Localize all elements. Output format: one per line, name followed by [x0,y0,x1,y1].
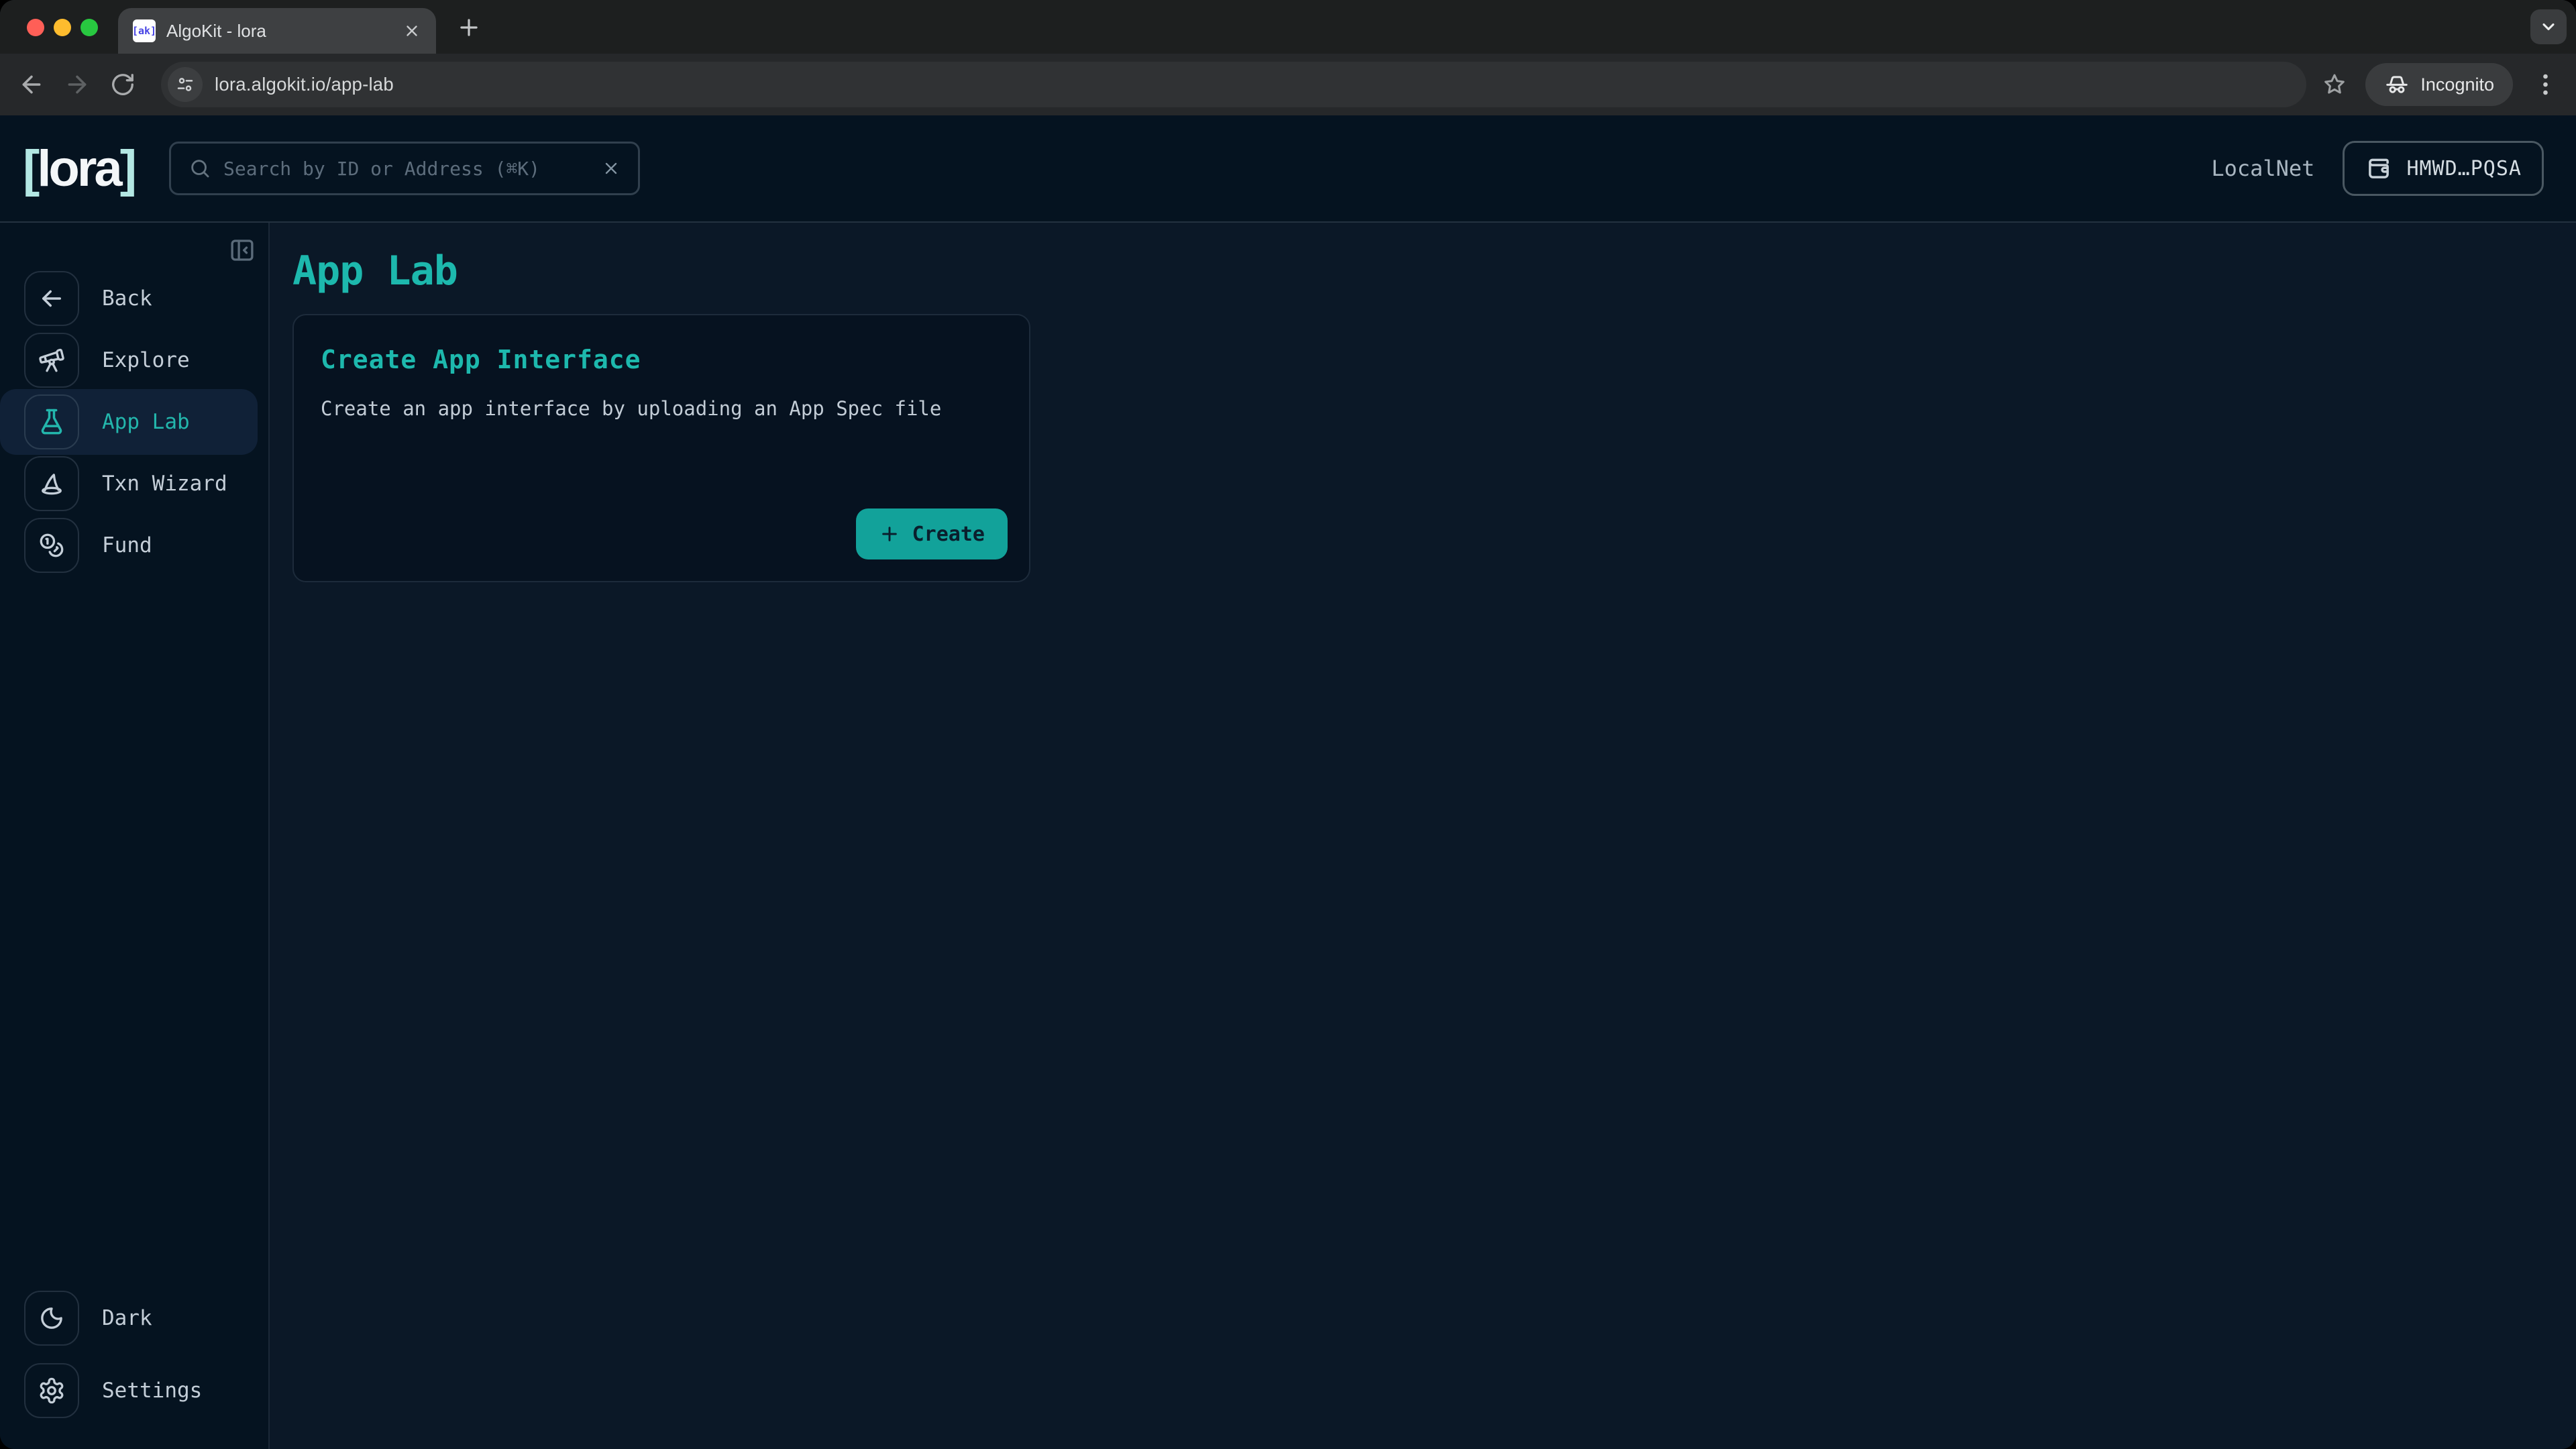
close-window-button[interactable] [27,19,44,36]
collapse-sidebar-icon [228,236,256,264]
main-content: App Lab Create App Interface Create an a… [270,223,2576,1449]
search-icon [189,157,211,180]
address-bar[interactable]: lora.algokit.io/app-lab [161,62,2306,107]
wallet-button[interactable]: HMWD…PQSA [2343,141,2544,196]
sidebar-footer: Dark Settings [0,1291,268,1418]
sidebar-item-label: Dark [102,1306,152,1330]
browser-window: [ak] AlgoKit - lora lora.algokit.io/a [0,0,2576,1449]
close-icon [602,159,621,178]
tab-title: AlgoKit - lora [166,21,389,42]
browser-toolbar: lora.algokit.io/app-lab Incognito [0,54,2576,115]
app-header: [lora] LocalNet HMWD…PQSA [0,115,2576,223]
wizard-hat-icon [24,456,79,511]
browser-tab[interactable]: [ak] AlgoKit - lora [118,8,436,54]
wallet-icon [2365,154,2393,182]
forward-icon [64,71,91,98]
sidebar-item-back[interactable]: Back [0,271,268,326]
sidebar-item-label: Txn Wizard [102,472,227,496]
minimize-window-button[interactable] [54,19,71,36]
sidebar-item-txn-wizard[interactable]: Txn Wizard [0,456,268,511]
new-tab-button[interactable] [456,15,482,40]
clear-search-button[interactable] [602,159,621,178]
app-body: Back Explore App Lab [0,223,2576,1449]
tab-close-icon[interactable] [400,19,424,43]
telescope-icon [24,333,79,388]
browser-menu-button[interactable] [2530,66,2560,103]
card-title: Create App Interface [321,345,1002,374]
site-settings-icon [175,74,195,95]
star-icon [2321,71,2348,98]
sidebar-item-settings[interactable]: Settings [0,1363,268,1418]
sidebar-nav: Back Explore App Lab [0,271,268,580]
chevron-down-icon [2539,17,2558,36]
window-controls [27,19,98,36]
theme-toggle-dark[interactable]: Dark [0,1291,268,1346]
kebab-menu-icon [2542,72,2548,97]
lora-logo[interactable]: [lora] [23,140,134,198]
reload-button[interactable] [105,66,141,103]
reload-icon [110,72,136,97]
sidebar-item-app-lab[interactable]: App Lab [0,394,268,449]
url-text[interactable]: lora.algokit.io/app-lab [215,74,394,95]
coins-icon [24,518,79,573]
tab-strip: [ak] AlgoKit - lora [0,0,2576,54]
site-settings-button[interactable] [168,67,203,102]
gear-icon [24,1363,79,1418]
global-search[interactable] [169,142,640,195]
plus-icon [879,523,900,545]
tab-search-chevron-button[interactable] [2530,9,2567,44]
page-title: App Lab [292,246,2576,297]
card-description: Create an app interface by uploading an … [321,397,1002,420]
back-icon [18,71,45,98]
flask-icon [24,394,79,449]
sidebar-item-label: Back [102,286,152,311]
create-button-label: Create [912,523,985,546]
sidebar-item-explore[interactable]: Explore [0,333,268,388]
create-app-interface-card: Create App Interface Create an app inter… [292,314,1030,582]
bookmark-button[interactable] [2316,66,2353,103]
sidebar-item-label: Settings [102,1379,202,1403]
lora-app: [lora] LocalNet HMWD…PQSA [0,115,2576,1449]
incognito-icon [2384,72,2410,97]
zoom-window-button[interactable] [80,19,98,36]
create-button[interactable]: Create [856,508,1008,559]
sidebar-item-fund[interactable]: Fund [0,518,268,573]
back-button[interactable] [13,66,50,103]
collapse-sidebar-button[interactable] [228,236,256,264]
wallet-address: HMWD…PQSA [2406,157,2522,180]
incognito-badge: Incognito [2365,63,2513,106]
sidebar-item-label: App Lab [102,410,190,434]
sidebar-item-label: Explore [102,348,190,372]
incognito-label: Incognito [2420,74,2494,95]
arrow-left-icon [24,271,79,326]
moon-icon [24,1291,79,1346]
sidebar: Back Explore App Lab [0,223,270,1449]
tab-favicon: [ak] [133,19,156,42]
sidebar-item-label: Fund [102,533,152,557]
forward-button[interactable] [59,66,95,103]
search-input[interactable] [223,158,590,180]
network-label[interactable]: LocalNet [2211,156,2314,181]
